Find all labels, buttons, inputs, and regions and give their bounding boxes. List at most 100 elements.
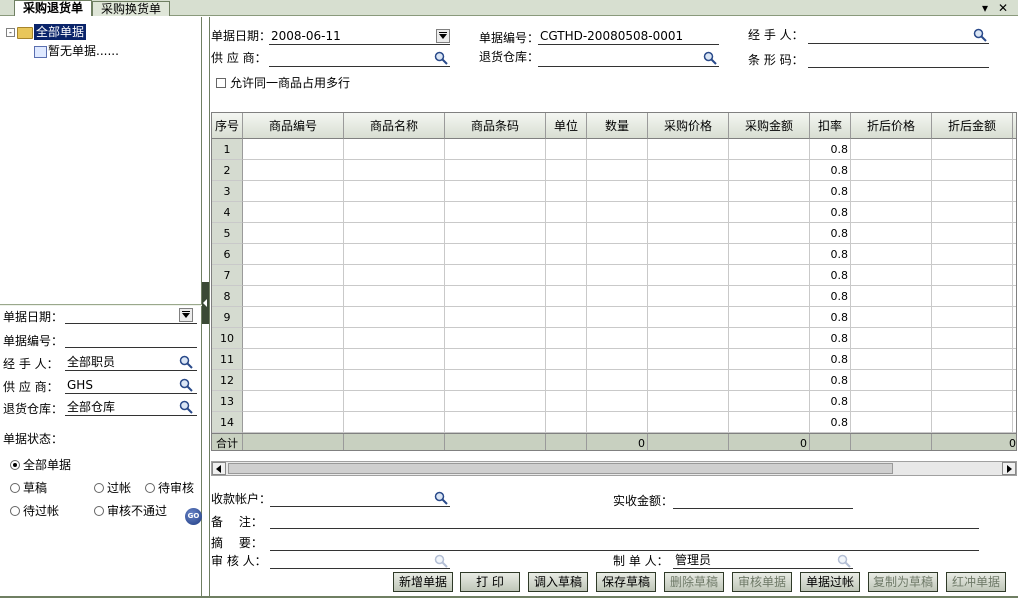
grid-cell[interactable] [243, 139, 344, 160]
close-icon[interactable]: ✕ [998, 0, 1008, 16]
reverse-document-button[interactable]: 红冲单据 [946, 572, 1006, 592]
grid-cell[interactable] [587, 139, 648, 160]
table-row[interactable]: 14 0.8 [212, 412, 1016, 433]
grid-cell[interactable] [445, 328, 546, 349]
grid-cell[interactable] [729, 370, 810, 391]
grid-cell[interactable] [648, 349, 729, 370]
grid-cell[interactable] [546, 349, 587, 370]
grid-cell[interactable] [851, 202, 932, 223]
radio-dot[interactable] [10, 460, 20, 470]
grid-cell[interactable] [587, 349, 648, 370]
grid-cell[interactable] [445, 349, 546, 370]
grid-cell[interactable] [587, 412, 648, 433]
grid-cell[interactable] [445, 139, 546, 160]
header-date-input[interactable]: 2008-06-11 [269, 28, 450, 45]
copy-as-draft-button[interactable]: 复制为草稿 [868, 572, 938, 592]
radio-status-audit-failed[interactable]: 审核不通过 [94, 502, 167, 519]
grid-cell[interactable] [243, 286, 344, 307]
grid-cell[interactable] [729, 202, 810, 223]
grid-cell[interactable] [344, 328, 445, 349]
grid-cell[interactable] [344, 139, 445, 160]
table-row[interactable]: 11 0.8 [212, 349, 1016, 370]
tab-purchase-exchange[interactable]: 采购换货单 [92, 1, 171, 16]
grid-cell[interactable] [851, 391, 932, 412]
discount-rate-cell[interactable]: 0.8 [810, 349, 851, 370]
grid-cell[interactable] [648, 223, 729, 244]
filter-warehouse-input[interactable]: 全部仓库 [65, 398, 197, 416]
column-header[interactable]: 商品编号 [243, 113, 344, 139]
column-header[interactable]: 商品条码 [445, 113, 546, 139]
grid-cell[interactable] [932, 202, 1013, 223]
grid-cell[interactable] [648, 370, 729, 391]
grid-cell[interactable] [546, 307, 587, 328]
column-header[interactable]: 折后价格 [851, 113, 932, 139]
grid-cell[interactable] [243, 391, 344, 412]
grid-cell[interactable] [851, 139, 932, 160]
grid-cell[interactable] [243, 223, 344, 244]
table-row[interactable]: 7 0.8 [212, 265, 1016, 286]
grid-cell[interactable] [648, 412, 729, 433]
radio-status-draft[interactable]: 草稿 [10, 479, 47, 496]
table-row[interactable]: 9 0.8 [212, 307, 1016, 328]
table-row[interactable]: 5 0.8 [212, 223, 1016, 244]
grid-cell[interactable] [344, 307, 445, 328]
grid-cell[interactable] [445, 412, 546, 433]
search-icon[interactable] [434, 491, 448, 505]
grid-cell[interactable] [932, 370, 1013, 391]
grid-cell[interactable] [648, 328, 729, 349]
grid-cell[interactable] [243, 160, 344, 181]
goods-grid[interactable]: 序号 商品编号 商品名称 商品条码 单位 数量 采购价格 采购金额 扣率 折后价… [211, 112, 1017, 451]
tree-child-label[interactable]: 暂无单据...... [48, 44, 119, 58]
table-row[interactable]: 13 0.8 [212, 391, 1016, 412]
grid-cell[interactable] [932, 349, 1013, 370]
dropdown-icon[interactable] [436, 29, 450, 43]
radio-dot[interactable] [10, 483, 20, 493]
grid-cell[interactable] [445, 223, 546, 244]
table-row[interactable]: 1 0.8 [212, 139, 1016, 160]
discount-rate-cell[interactable]: 0.8 [810, 202, 851, 223]
grid-cell[interactable] [932, 412, 1013, 433]
grid-cell[interactable] [648, 286, 729, 307]
grid-cell[interactable] [648, 160, 729, 181]
scroll-thumb[interactable] [228, 463, 893, 474]
grid-cell[interactable] [587, 181, 648, 202]
column-header[interactable]: 单位 [546, 113, 587, 139]
grid-cell[interactable] [729, 412, 810, 433]
discount-rate-cell[interactable]: 0.8 [810, 412, 851, 433]
grid-cell[interactable] [344, 181, 445, 202]
discount-rate-cell[interactable]: 0.8 [810, 265, 851, 286]
grid-cell[interactable] [546, 391, 587, 412]
grid-cell[interactable] [648, 244, 729, 265]
grid-cell[interactable] [344, 349, 445, 370]
grid-cell[interactable] [729, 286, 810, 307]
audit-document-button[interactable]: 审核单据 [732, 572, 792, 592]
grid-cell[interactable] [851, 265, 932, 286]
allow-multi-row-checkbox[interactable]: 允许同一商品占用多行 [216, 75, 350, 91]
grid-cell[interactable] [445, 286, 546, 307]
grid-cell[interactable] [851, 244, 932, 265]
discount-rate-cell[interactable]: 0.8 [810, 286, 851, 307]
grid-cell[interactable] [932, 181, 1013, 202]
tree-root-label[interactable]: 全部单据 [34, 24, 87, 40]
grid-cell[interactable] [729, 349, 810, 370]
grid-cell[interactable] [851, 181, 932, 202]
scroll-left-icon[interactable] [212, 462, 226, 475]
grid-cell[interactable] [344, 286, 445, 307]
grid-cell[interactable] [445, 181, 546, 202]
column-header[interactable]: 折后金额 [932, 113, 1013, 139]
grid-cell[interactable] [243, 265, 344, 286]
table-row[interactable]: 4 0.8 [212, 202, 1016, 223]
pin-icon[interactable]: ▾ [982, 0, 988, 16]
grid-cell[interactable] [243, 412, 344, 433]
grid-cell[interactable] [851, 328, 932, 349]
grid-cell[interactable] [445, 391, 546, 412]
grid-cell[interactable] [243, 202, 344, 223]
discount-rate-cell[interactable]: 0.8 [810, 391, 851, 412]
grid-cell[interactable] [587, 244, 648, 265]
grid-cell[interactable] [851, 370, 932, 391]
grid-cell[interactable] [648, 202, 729, 223]
collapse-panel-handle[interactable] [202, 282, 209, 324]
header-handler-input[interactable] [808, 27, 989, 44]
column-header[interactable]: 采购价格 [648, 113, 729, 139]
grid-cell[interactable] [729, 391, 810, 412]
